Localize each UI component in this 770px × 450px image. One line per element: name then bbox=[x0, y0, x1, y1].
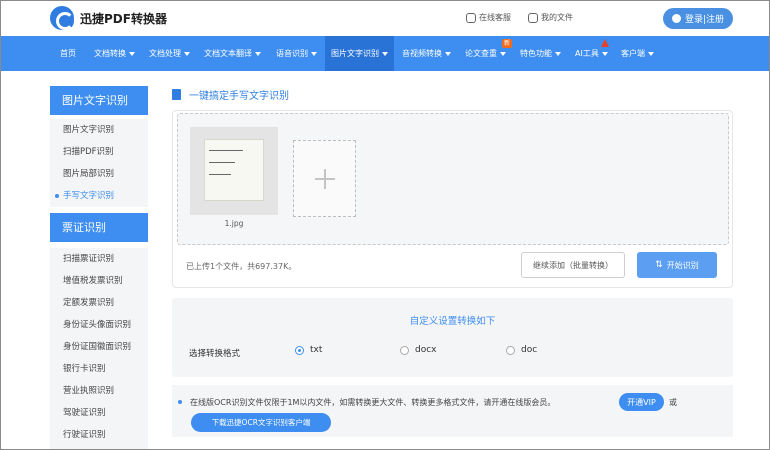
new-badge: 新 bbox=[502, 39, 513, 48]
nav-speech-label: 语音识别 bbox=[276, 49, 308, 58]
sidebar-item-business-license[interactable]: 营业执照识别 bbox=[50, 380, 148, 402]
radio-checked-icon bbox=[295, 345, 304, 355]
sidebar-list-image-ocr: 图片文字识别 扫描PDF识别 图片局部识别 手写文字识别 bbox=[50, 119, 148, 207]
chevron-down-icon bbox=[601, 51, 608, 56]
sidebar-item-image-ocr[interactable]: 图片文字识别 bbox=[50, 119, 148, 141]
bullet-icon bbox=[178, 400, 182, 404]
download-client-button[interactable]: 下载迅捷OCR文字识别客户端 bbox=[191, 413, 331, 432]
open-vip-button[interactable]: 开通VIP bbox=[619, 393, 664, 411]
nav-image-ocr-label: 图片文字识别 bbox=[331, 49, 379, 58]
format-doc-label: doc bbox=[521, 345, 538, 355]
sidebar-item-partial-ocr[interactable]: 图片局部识别 bbox=[50, 163, 148, 185]
start-recognition-button[interactable]: ⇅ 开始识别 bbox=[637, 252, 717, 278]
sidebar-item-vat-invoice[interactable]: 增值税发票识别 bbox=[50, 270, 148, 292]
sidebar-item-scan-ticket[interactable]: 扫描票证识别 bbox=[50, 248, 148, 270]
nav-home[interactable]: 首页 bbox=[60, 36, 76, 71]
nav-doc-process[interactable]: 文档处理 bbox=[149, 36, 190, 71]
upload-status: 已上传1个文件，共697.37K。 bbox=[186, 262, 297, 271]
nav-home-label: 首页 bbox=[60, 49, 76, 58]
settings-title: 自定义设置转换如下 bbox=[409, 316, 496, 327]
main-nav: 首页 文档转换 文档处理 文档文本翻译 语音识别 图片文字识别 音视频转换 论文… bbox=[0, 36, 770, 71]
user-icon bbox=[671, 14, 681, 23]
logo-icon bbox=[50, 6, 74, 30]
sidebar-item-bank-card[interactable]: 银行卡识别 bbox=[50, 358, 148, 380]
sidebar-item-vehicle-license[interactable]: 行驶证识别 bbox=[50, 424, 148, 446]
handwriting-image bbox=[204, 139, 264, 201]
chevron-down-icon bbox=[555, 51, 561, 56]
nav-speech[interactable]: 语音识别 bbox=[276, 36, 317, 71]
nav-paper-check-label: 论文查重 bbox=[465, 49, 497, 58]
file-name: 1.jpg bbox=[224, 219, 244, 228]
settings-panel bbox=[172, 298, 733, 377]
notice-text: 在线版OCR识别文件仅限于1M以内文件，如需转换更大文件、转换更多格式文件，请开… bbox=[190, 398, 556, 407]
chevron-down-icon bbox=[500, 51, 506, 56]
nav-av-convert[interactable]: 音视频转换 bbox=[402, 36, 451, 71]
nav-doc-process-label: 文档处理 bbox=[149, 49, 181, 58]
sidebar-item-handwriting[interactable]: 手写文字识别 bbox=[50, 185, 148, 207]
online-service-link[interactable]: 在线客服 bbox=[466, 12, 511, 23]
sidebar-list-ticket-ocr: 扫描票证识别 增值税发票识别 定额发票识别 身份证头像面识别 身份证国徽面识别 … bbox=[50, 248, 148, 450]
login-label: 登录|注册 bbox=[684, 15, 725, 25]
nav-ai-tools-label: AI工具 bbox=[575, 49, 599, 58]
format-radio-docx[interactable]: docx bbox=[400, 345, 437, 355]
nav-client-label: 客户端 bbox=[621, 49, 645, 58]
chevron-down-icon bbox=[184, 51, 190, 56]
chevron-down-icon bbox=[382, 51, 388, 56]
sidebar-section-ticket-ocr[interactable]: 票证识别 bbox=[50, 213, 148, 242]
sidebar-item-scan-pdf[interactable]: 扫描PDF识别 bbox=[50, 141, 148, 163]
login-register-button[interactable]: 登录|注册 bbox=[663, 8, 733, 29]
file-icon bbox=[528, 12, 538, 23]
online-service-label: 在线客服 bbox=[479, 13, 511, 22]
sidebar-item-quota-invoice[interactable]: 定额发票识别 bbox=[50, 292, 148, 314]
logo[interactable]: 迅捷PDF转换器 bbox=[50, 6, 167, 30]
radio-unchecked-icon bbox=[506, 345, 515, 355]
format-radio-txt[interactable]: txt bbox=[295, 345, 322, 355]
format-label: 选择转换格式 bbox=[189, 349, 241, 359]
nav-av-convert-label: 音视频转换 bbox=[402, 49, 442, 58]
sidebar-item-driver-license[interactable]: 驾驶证识别 bbox=[50, 402, 148, 424]
chevron-down-icon bbox=[648, 51, 654, 56]
nav-image-ocr[interactable]: 图片文字识别 bbox=[325, 36, 394, 71]
chevron-down-icon bbox=[311, 51, 317, 56]
chevron-down-icon bbox=[255, 51, 261, 56]
format-radio-doc[interactable]: doc bbox=[506, 345, 537, 355]
nav-features-label: 特色功能 bbox=[520, 49, 552, 58]
nav-doc-convert[interactable]: 文档转换 bbox=[94, 36, 135, 71]
sidebar-section-image-ocr[interactable]: 图片文字识别 bbox=[50, 86, 148, 115]
nav-doc-convert-label: 文档转换 bbox=[94, 49, 126, 58]
nav-features[interactable]: 特色功能 bbox=[520, 36, 561, 71]
continue-add-button[interactable]: 继续添加（批量转换） bbox=[521, 252, 625, 278]
format-docx-label: docx bbox=[415, 345, 437, 355]
page-title-text: 一键搞定手写文字识别 bbox=[189, 91, 289, 102]
sidebar-item-id-back[interactable]: 身份证国徽面识别 bbox=[50, 336, 148, 358]
swap-icon: ⇅ bbox=[655, 260, 663, 270]
top-header: 迅捷PDF转换器 在线客服 我的文件 登录|注册 bbox=[0, 0, 770, 36]
page-title: 一键搞定手写文字识别 bbox=[172, 87, 289, 102]
start-recognition-label: 开始识别 bbox=[666, 260, 699, 270]
nav-paper-check[interactable]: 论文查重 bbox=[465, 36, 506, 71]
chevron-down-icon bbox=[445, 51, 451, 56]
document-icon bbox=[172, 89, 181, 100]
headset-icon bbox=[466, 12, 476, 23]
file-thumbnail[interactable] bbox=[190, 127, 278, 215]
nav-doc-translate-label: 文档文本翻译 bbox=[204, 49, 252, 58]
chevron-down-icon bbox=[129, 51, 135, 56]
logo-text: 迅捷PDF转换器 bbox=[80, 11, 167, 26]
my-files-link[interactable]: 我的文件 bbox=[528, 12, 573, 23]
format-txt-label: txt bbox=[310, 345, 323, 355]
hot-icon bbox=[601, 39, 609, 47]
my-files-label: 我的文件 bbox=[541, 13, 573, 22]
sidebar-item-id-front[interactable]: 身份证头像面识别 bbox=[50, 314, 148, 336]
or-text: 或 bbox=[669, 398, 677, 407]
add-file-button[interactable] bbox=[293, 140, 356, 217]
nav-doc-translate[interactable]: 文档文本翻译 bbox=[204, 36, 261, 71]
nav-client[interactable]: 客户端 bbox=[621, 36, 654, 71]
radio-unchecked-icon bbox=[400, 345, 409, 355]
